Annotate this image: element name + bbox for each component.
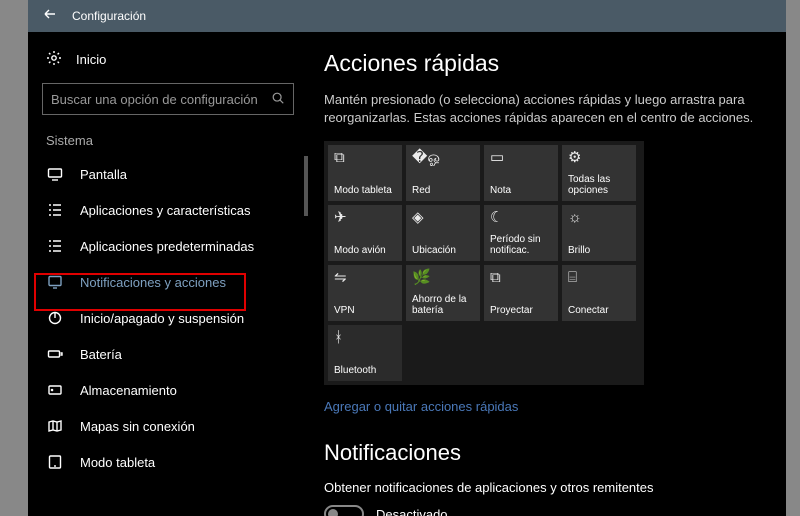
sidebar-item-label: Inicio/apagado y suspensión — [80, 311, 244, 326]
location-icon: ◈ — [412, 210, 474, 227]
sidebar-item-label: Almacenamiento — [80, 383, 177, 398]
sidebar-item-label: Aplicaciones predeterminadas — [80, 239, 254, 254]
battery-saver-icon: 🌿 — [412, 270, 474, 287]
sidebar-item-storage[interactable]: Almacenamiento — [28, 372, 308, 408]
project-icon: ⧉ — [490, 270, 552, 287]
quick-actions-grid: ⧉Modo tableta �ஓRed ▭Nota ⚙Todas las opc… — [324, 141, 644, 385]
sidebar-home[interactable]: Inicio — [28, 44, 308, 79]
note-icon: ▭ — [490, 150, 552, 167]
search-icon — [271, 91, 285, 108]
notifications-icon — [46, 274, 64, 290]
sidebar-item-label: Aplicaciones y características — [80, 203, 251, 218]
nav-list: Pantalla Aplicaciones y características … — [28, 156, 308, 480]
main-panel: Acciones rápidas Mantén presionado (o se… — [308, 32, 786, 516]
sidebar-home-label: Inicio — [76, 52, 106, 67]
power-icon — [46, 310, 64, 326]
battery-icon — [46, 346, 64, 362]
tile-brillo[interactable]: ☼Brillo — [562, 205, 636, 261]
sidebar-item-default-apps[interactable]: Aplicaciones predeterminadas — [28, 228, 308, 264]
add-remove-link[interactable]: Agregar o quitar acciones rápidas — [324, 399, 518, 414]
sidebar-item-label: Mapas sin conexión — [80, 419, 195, 434]
section-heading-notifications: Notificaciones — [324, 440, 766, 466]
tile-bluetooth[interactable]: ᚼBluetooth — [328, 325, 402, 381]
sidebar-item-apps[interactable]: Aplicaciones y características — [28, 192, 308, 228]
window-title: Configuración — [72, 9, 146, 23]
sidebar-item-label: Notificaciones y acciones — [80, 275, 226, 290]
sidebar: Inicio Buscar una opción de configuració… — [28, 32, 308, 516]
tile-modo-avion[interactable]: ✈Modo avión — [328, 205, 402, 261]
tile-modo-tableta[interactable]: ⧉Modo tableta — [328, 145, 402, 201]
sidebar-item-power[interactable]: Inicio/apagado y suspensión — [28, 300, 308, 336]
search-input[interactable]: Buscar una opción de configuración — [42, 83, 294, 115]
brightness-icon: ☼ — [568, 210, 630, 227]
tile-todas-opciones[interactable]: ⚙Todas las opciones — [562, 145, 636, 201]
titlebar: Configuración — [28, 0, 786, 32]
tile-red[interactable]: �ஓRed — [406, 145, 480, 201]
sidebar-item-label: Batería — [80, 347, 122, 362]
sidebar-item-label: Pantalla — [80, 167, 127, 182]
tile-conectar[interactable]: ⌸Conectar — [562, 265, 636, 321]
gear-icon — [46, 50, 62, 69]
page-description: Mantén presionado (o selecciona) accione… — [324, 91, 766, 127]
sidebar-item-battery[interactable]: Batería — [28, 336, 308, 372]
tile-ubicacion[interactable]: ◈Ubicación — [406, 205, 480, 261]
sidebar-item-maps[interactable]: Mapas sin conexión — [28, 408, 308, 444]
page-heading: Acciones rápidas — [324, 50, 766, 77]
sidebar-group-label: Sistema — [28, 129, 308, 156]
tile-nota[interactable]: ▭Nota — [484, 145, 558, 201]
tile-proyectar[interactable]: ⧉Proyectar — [484, 265, 558, 321]
airplane-icon: ✈ — [334, 210, 396, 227]
sidebar-item-pantalla[interactable]: Pantalla — [28, 156, 308, 192]
sidebar-item-label: Modo tableta — [80, 455, 155, 470]
sidebar-item-tablet[interactable]: Modo tableta — [28, 444, 308, 480]
notifications-toggle[interactable] — [324, 505, 364, 516]
settings-icon: ⚙ — [568, 150, 630, 167]
tablet-icon — [46, 454, 64, 470]
map-icon — [46, 418, 64, 434]
settings-window: Configuración Inicio Buscar una opción d… — [28, 0, 786, 516]
tile-quiet-hours[interactable]: ☾Período sin notificac. — [484, 205, 558, 261]
tile-vpn[interactable]: ⇋VPN — [328, 265, 402, 321]
bluetooth-icon: ᚼ — [334, 330, 396, 347]
tile-battery-saver[interactable]: 🌿Ahorro de la batería — [406, 265, 480, 321]
tablet-mode-icon: ⧉ — [334, 150, 396, 167]
back-button[interactable] — [28, 6, 72, 27]
list-icon — [46, 202, 64, 218]
wifi-icon: �ஓ — [412, 150, 474, 167]
toggle-state: Desactivado — [376, 507, 448, 516]
default-apps-icon — [46, 238, 64, 254]
connect-icon: ⌸ — [568, 270, 630, 287]
search-placeholder: Buscar una opción de configuración — [51, 92, 258, 107]
setting-label: Obtener notificaciones de aplicaciones y… — [324, 480, 766, 495]
vpn-icon: ⇋ — [334, 270, 396, 287]
storage-icon — [46, 382, 64, 398]
monitor-icon — [46, 166, 64, 182]
sidebar-item-notifications[interactable]: Notificaciones y acciones — [28, 264, 308, 300]
moon-icon: ☾ — [490, 210, 552, 227]
